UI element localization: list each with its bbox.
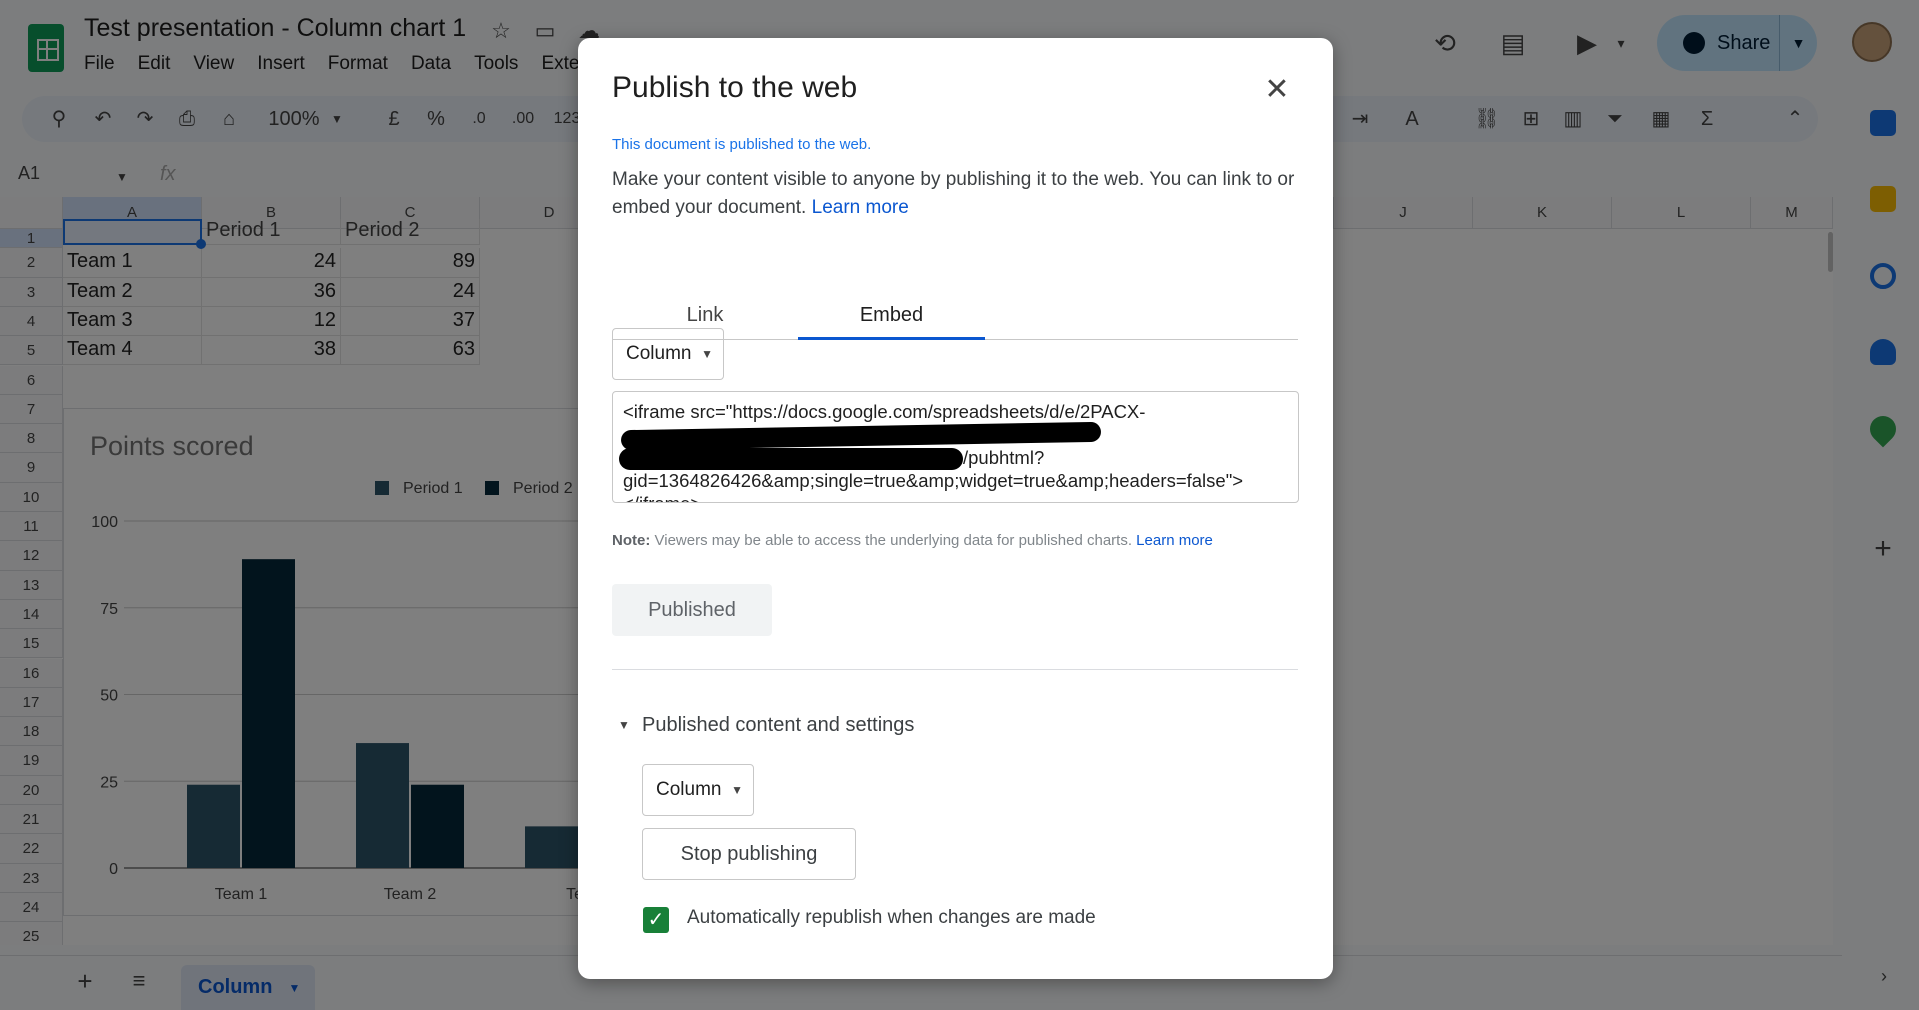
embed-code-line-1: <iframe src="https://docs.google.com/spr… xyxy=(623,401,1146,422)
published-button: Published xyxy=(612,584,772,636)
chevron-down-icon: ▼ xyxy=(701,347,713,361)
note-label: Note: xyxy=(612,532,651,549)
note-learn-more-link[interactable]: Learn more xyxy=(1136,532,1213,549)
description-text: Make your content visible to anyone by p… xyxy=(612,169,1295,218)
note-text: Note: Viewers may be able to access the … xyxy=(612,532,1213,549)
embed-code-line-5: </iframe> xyxy=(623,492,1278,502)
auto-republish-label: Automatically republish when changes are… xyxy=(687,907,1096,928)
tab-embed[interactable]: Embed xyxy=(798,290,985,340)
close-icon[interactable]: ✕ xyxy=(1259,72,1295,108)
embed-content-select[interactable]: Column ▼ xyxy=(612,328,724,380)
dialog-description: Make your content visible to anyone by p… xyxy=(612,166,1302,222)
learn-more-link[interactable]: Learn more xyxy=(812,197,909,218)
settings-select-value: Column xyxy=(656,779,722,800)
published-status: This document is published to the web. xyxy=(612,136,872,153)
chevron-down-icon: ▼ xyxy=(731,783,743,797)
publish-to-web-dialog: Publish to the web ✕ This document is pu… xyxy=(578,38,1333,979)
embed-code-line-4: gid=1364826426&amp;single=true&amp;widge… xyxy=(623,470,1244,491)
stop-publishing-button[interactable]: Stop publishing xyxy=(642,828,856,880)
published-content-select[interactable]: Column ▼ xyxy=(642,764,754,816)
published-settings-toggle[interactable]: Published content and settings xyxy=(612,714,914,737)
embed-code-textarea[interactable]: <iframe src="https://docs.google.com/spr… xyxy=(612,391,1299,503)
auto-republish-checkbox[interactable]: ✓ xyxy=(643,907,669,933)
embed-select-value: Column xyxy=(626,343,692,364)
dialog-title: Publish to the web xyxy=(612,71,858,104)
note-body: Viewers may be able to access the underl… xyxy=(654,532,1133,549)
redaction-mark xyxy=(619,448,963,470)
divider xyxy=(612,669,1298,670)
